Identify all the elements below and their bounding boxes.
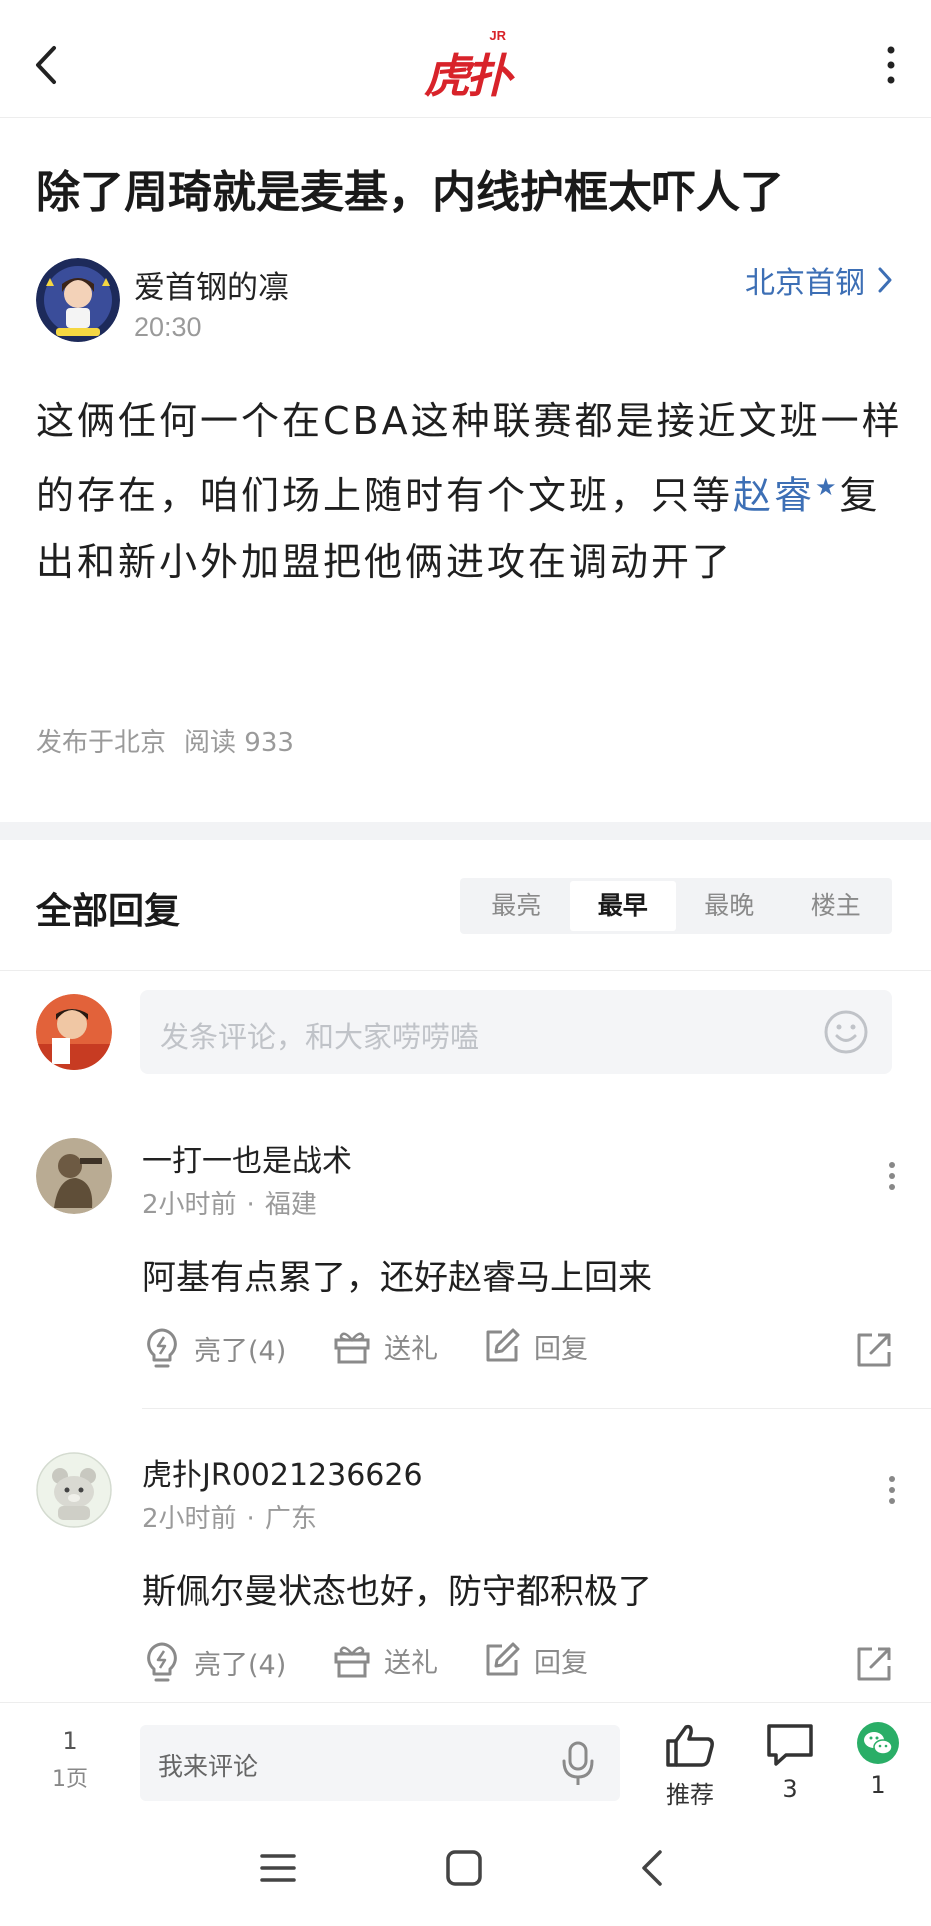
reply-button[interactable]: 回复 bbox=[482, 1326, 588, 1366]
comment-bubble-icon bbox=[767, 1724, 813, 1766]
star-icon: ★ bbox=[815, 473, 840, 501]
share-icon[interactable] bbox=[854, 1330, 894, 1374]
gift-icon bbox=[334, 1332, 370, 1364]
system-nav-bar bbox=[0, 1812, 931, 1926]
like-button[interactable]: 亮了(4) bbox=[142, 1326, 286, 1370]
commenter-name[interactable]: 虎扑JR0021236626 bbox=[142, 1450, 423, 1494]
comment-text: 斯佩尔曼状态也好，防守都积极了 bbox=[142, 1572, 652, 1612]
gift-label: 送礼 bbox=[384, 1333, 438, 1365]
like-button[interactable]: 亮了(4) bbox=[142, 1640, 286, 1684]
bottom-input-placeholder: 我来评论 bbox=[158, 1752, 259, 1781]
page-indicator[interactable]: 1 1页 bbox=[44, 1727, 96, 1793]
top-nav-bar: JR 虎扑 bbox=[0, 0, 931, 118]
page-label: 1页 bbox=[52, 1767, 88, 1792]
share-count: 1 bbox=[870, 1771, 886, 1799]
gift-button[interactable]: 送礼 bbox=[332, 1326, 438, 1366]
comment-region: 福建 bbox=[264, 1190, 317, 1220]
gift-label: 送礼 bbox=[384, 1647, 438, 1679]
comment-more-icon[interactable] bbox=[877, 1470, 907, 1510]
commenter-name[interactable]: 一打一也是战术 bbox=[142, 1136, 352, 1180]
post-time: 20:30 bbox=[134, 312, 202, 342]
like-label: 亮了(4) bbox=[194, 1335, 287, 1367]
more-vertical-icon[interactable] bbox=[871, 40, 911, 90]
comment-time: 2小时前 bbox=[142, 1190, 237, 1220]
tab-op-only[interactable]: 楼主 bbox=[783, 881, 890, 931]
smiley-icon[interactable] bbox=[822, 1008, 870, 1056]
chevron-right-icon bbox=[878, 267, 892, 293]
comment-count: 3 bbox=[782, 1775, 798, 1803]
page-number: 1 bbox=[62, 1727, 78, 1755]
tab-hottest[interactable]: 最亮 bbox=[463, 881, 570, 931]
recommend-button[interactable]: 推荐 bbox=[662, 1721, 718, 1810]
edit-icon bbox=[486, 1642, 520, 1676]
microphone-icon[interactable] bbox=[558, 1739, 598, 1791]
back-arrow-icon[interactable] bbox=[28, 40, 68, 90]
sort-tabs: 最亮 最早 最晚 楼主 bbox=[460, 878, 892, 934]
gift-icon bbox=[334, 1646, 370, 1678]
comment-meta: 2小时前 · 福建 bbox=[142, 1184, 317, 1221]
comment-item: 一打一也是战术 2小时前 · 福建 阿基有点累了，还好赵睿马上回来 亮了(4) 送礼… bbox=[0, 1138, 931, 1438]
recommend-label: 推荐 bbox=[666, 1781, 714, 1809]
tab-earliest[interactable]: 最早 bbox=[569, 881, 676, 931]
post-reads: 阅读 933 bbox=[184, 728, 294, 758]
board-link[interactable]: 北京首钢 bbox=[745, 258, 893, 302]
comment-text: 阿基有点累了，还好赵睿马上回来 bbox=[142, 1258, 652, 1298]
comment-more-icon[interactable] bbox=[877, 1156, 907, 1196]
comment-actions: 亮了(4) 送礼 回复 bbox=[142, 1640, 894, 1690]
comment-meta: 2小时前 · 广东 bbox=[142, 1498, 317, 1535]
logo-text: 虎扑 bbox=[424, 49, 512, 103]
comment-divider bbox=[142, 1408, 931, 1409]
my-avatar[interactable] bbox=[36, 994, 112, 1070]
menu-icon[interactable] bbox=[258, 1848, 298, 1892]
reply-label: 回复 bbox=[534, 1647, 588, 1679]
lightbulb-icon bbox=[147, 1642, 177, 1682]
divider bbox=[0, 970, 931, 971]
separator-dot: · bbox=[246, 1504, 255, 1534]
post-title: 除了周琦就是麦基，内线护框太吓人了 bbox=[36, 167, 784, 218]
comment-input[interactable]: 发条评论，和大家唠唠嗑 bbox=[140, 990, 892, 1074]
commenter-avatar[interactable] bbox=[36, 1138, 112, 1214]
comment-region: 广东 bbox=[264, 1504, 317, 1534]
lightbulb-icon bbox=[147, 1328, 177, 1368]
bottom-comment-input[interactable]: 我来评论 bbox=[140, 1725, 620, 1801]
commenter-avatar[interactable] bbox=[36, 1452, 112, 1528]
like-label: 亮了(4) bbox=[194, 1649, 287, 1681]
thumbs-up-icon bbox=[666, 1724, 714, 1767]
wechat-icon bbox=[857, 1722, 899, 1764]
tab-latest[interactable]: 最晚 bbox=[676, 881, 783, 931]
edit-icon bbox=[486, 1328, 520, 1362]
section-divider bbox=[0, 822, 931, 840]
reply-label: 回复 bbox=[534, 1333, 588, 1365]
post-body: 这俩任何一个在CBA这种联赛都是接近文班一样的存在，咱们场上随时有个文班，只等赵… bbox=[36, 388, 906, 595]
system-back-icon[interactable] bbox=[632, 1848, 672, 1892]
post-location: 发布于北京 bbox=[36, 728, 167, 758]
board-name: 北京首钢 bbox=[745, 266, 865, 301]
author-name[interactable]: 爱首钢的凛 bbox=[134, 262, 289, 307]
post-meta: 发布于北京 阅读 933 bbox=[36, 722, 294, 759]
replies-title: 全部回复 bbox=[36, 891, 181, 932]
share-icon[interactable] bbox=[854, 1644, 894, 1688]
wechat-share-button[interactable]: 1 bbox=[856, 1721, 900, 1799]
gift-button[interactable]: 送礼 bbox=[332, 1640, 438, 1680]
comment-time: 2小时前 bbox=[142, 1504, 237, 1534]
comment-actions: 亮了(4) 送礼 回复 bbox=[142, 1326, 894, 1376]
hupu-logo: JR 虎扑 bbox=[424, 28, 512, 103]
author-avatar[interactable] bbox=[36, 258, 120, 342]
home-square-icon[interactable] bbox=[444, 1848, 484, 1892]
player-link[interactable]: 赵睿 bbox=[733, 474, 815, 518]
bottom-action-bar: 1 1页 我来评论 推荐 3 1 bbox=[0, 1702, 931, 1812]
comments-button[interactable]: 3 bbox=[764, 1721, 816, 1803]
reply-button[interactable]: 回复 bbox=[482, 1640, 588, 1680]
separator-dot: · bbox=[246, 1190, 255, 1220]
comment-input-placeholder: 发条评论，和大家唠唠嗑 bbox=[160, 1020, 480, 1054]
